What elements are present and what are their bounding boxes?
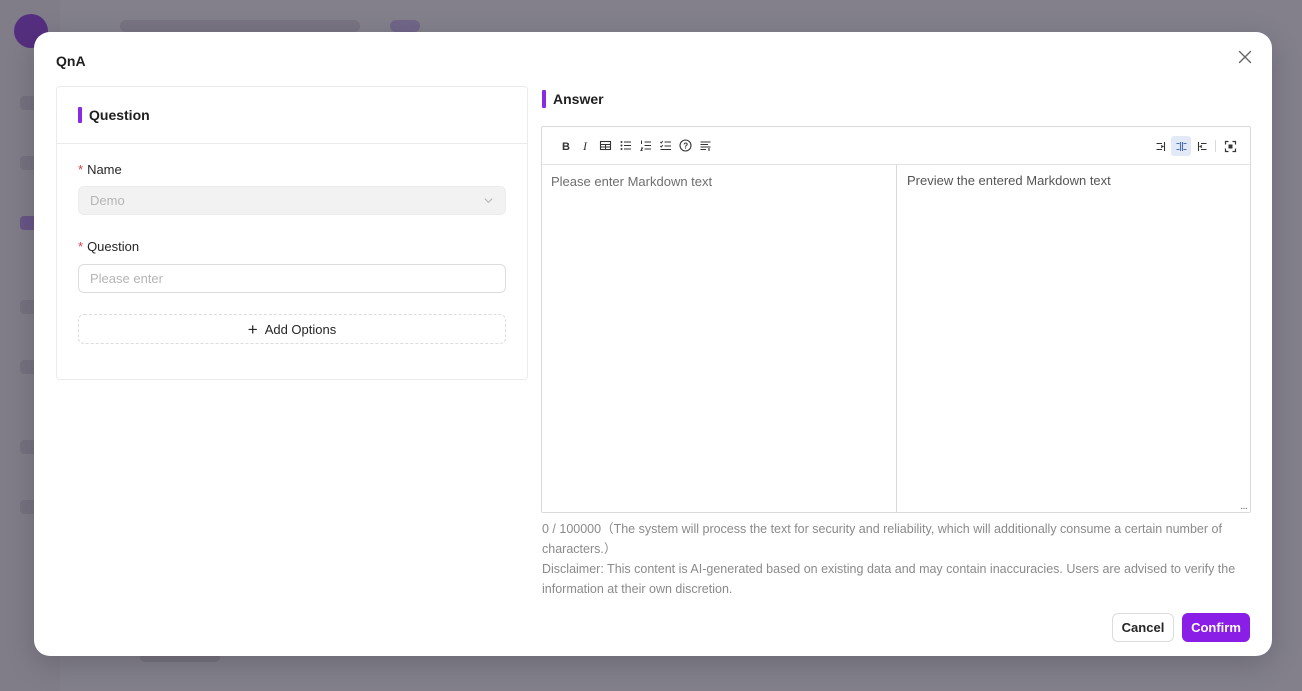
question-panel: Question *Name Demo *Question + Add Opti… bbox=[56, 86, 528, 380]
table-icon bbox=[599, 140, 611, 151]
bold-icon: B bbox=[562, 141, 570, 152]
svg-text:I: I bbox=[582, 139, 588, 152]
name-field-label: * Name bbox=[78, 162, 122, 177]
preview-only-icon bbox=[1197, 141, 1206, 151]
editor-toolbar: B I ? bbox=[542, 127, 1250, 165]
qna-modal: QnA Question *Name Demo *Question + Add … bbox=[34, 32, 1272, 656]
add-options-button[interactable]: + Add Options bbox=[78, 314, 506, 344]
question-panel-header: Question bbox=[57, 87, 527, 144]
toolbar-divider bbox=[1215, 140, 1216, 152]
name-select[interactable]: Demo bbox=[78, 186, 506, 215]
fullscreen-button[interactable] bbox=[1220, 136, 1240, 156]
unordered-list-icon bbox=[620, 141, 631, 150]
toc-icon bbox=[700, 141, 710, 151]
confirm-button[interactable]: Confirm bbox=[1182, 613, 1250, 642]
toc-button[interactable] bbox=[695, 136, 715, 156]
close-button[interactable] bbox=[1236, 48, 1254, 66]
name-label-text: Name bbox=[87, 162, 122, 177]
unordered-list-button[interactable] bbox=[615, 136, 635, 156]
resize-handle-icon[interactable]: ··· bbox=[1240, 503, 1248, 514]
task-list-icon bbox=[659, 140, 671, 151]
ordered-list-icon bbox=[639, 140, 651, 151]
required-mark: * bbox=[78, 239, 84, 254]
preview-placeholder: Preview the entered Markdown text bbox=[907, 173, 1111, 188]
modal-title: QnA bbox=[56, 53, 86, 69]
markdown-input[interactable] bbox=[542, 165, 897, 512]
fullscreen-icon bbox=[1224, 140, 1236, 152]
name-select-value: Demo bbox=[90, 193, 125, 208]
chevron-down-icon bbox=[484, 198, 493, 204]
question-field-label: * Question bbox=[78, 239, 139, 254]
help-icon: ? bbox=[678, 139, 692, 152]
question-input[interactable] bbox=[78, 264, 506, 293]
accent-bar bbox=[542, 90, 546, 108]
question-label-text: Question bbox=[87, 239, 140, 254]
answer-hint: 0 / 100000（The system will process the t… bbox=[542, 519, 1254, 599]
bold-button[interactable]: B bbox=[555, 136, 575, 156]
svg-text:B: B bbox=[562, 141, 570, 152]
editor-view-controls bbox=[1151, 136, 1240, 156]
char-counter: 0 / 100000（The system will process the t… bbox=[542, 522, 1222, 556]
answer-panel-title: Answer bbox=[553, 91, 604, 107]
help-button[interactable]: ? bbox=[675, 136, 695, 156]
edit-only-icon bbox=[1156, 141, 1165, 151]
preview-only-button[interactable] bbox=[1191, 136, 1211, 156]
split-view-button[interactable] bbox=[1171, 136, 1191, 156]
accent-bar bbox=[78, 107, 82, 123]
answer-panel-header: Answer bbox=[542, 90, 604, 108]
close-icon bbox=[1238, 50, 1252, 64]
ordered-list-button[interactable] bbox=[635, 136, 655, 156]
split-view-icon bbox=[1176, 141, 1186, 151]
markdown-editor: B I ? Please enter Markdown text Preview… bbox=[541, 126, 1251, 514]
question-panel-title: Question bbox=[89, 107, 150, 123]
cancel-button[interactable]: Cancel bbox=[1112, 613, 1174, 642]
add-options-label: Add Options bbox=[264, 321, 337, 337]
editor-body: Preview the entered Markdown text ··· bbox=[542, 165, 1250, 514]
edit-only-button[interactable] bbox=[1151, 136, 1171, 156]
italic-button[interactable]: I bbox=[575, 136, 595, 156]
markdown-preview: Preview the entered Markdown text ··· bbox=[897, 165, 1250, 514]
task-list-button[interactable] bbox=[655, 136, 675, 156]
table-button[interactable] bbox=[595, 136, 615, 156]
svg-text:?: ? bbox=[683, 142, 688, 151]
italic-icon: I bbox=[582, 139, 588, 152]
required-mark: * bbox=[78, 162, 84, 177]
disclaimer-text: Disclaimer: This content is AI-generated… bbox=[542, 562, 1236, 596]
plus-icon: + bbox=[247, 319, 258, 339]
